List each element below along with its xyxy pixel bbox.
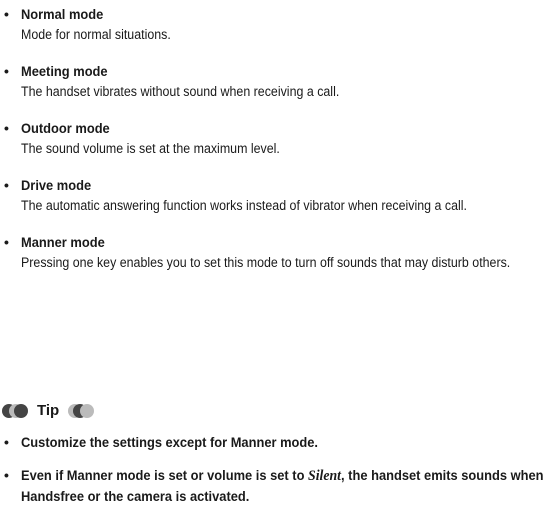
tip-list: • Customize the settings except for Mann… — [4, 432, 548, 519]
tip-text: Customize the settings except for Manner… — [21, 434, 319, 450]
bullet-icon: • — [4, 467, 9, 483]
bullet-icon: • — [4, 120, 9, 136]
tip-text: Even if Manner mode is set or volume is … — [21, 465, 545, 506]
tip-right-circles-icon — [68, 404, 96, 418]
bullet-icon: • — [4, 234, 9, 250]
tip-circle-light — [80, 404, 95, 418]
manual-page: • Normal mode Mode for normal situations… — [0, 0, 552, 526]
mode-list: • Normal mode Mode for normal situations… — [4, 4, 548, 289]
mode-title: Drive mode — [21, 177, 92, 193]
list-item-meeting-mode: • Meeting mode The handset vibrates with… — [4, 61, 548, 103]
mode-description: Pressing one key enables you to set this… — [21, 255, 511, 270]
mode-title: Normal mode — [21, 6, 104, 22]
tip-label: Tip — [37, 402, 60, 419]
mode-title: Manner mode — [21, 234, 105, 250]
mode-description: The automatic answering function works i… — [21, 198, 467, 213]
mode-title: Outdoor mode — [21, 120, 110, 136]
bullet-icon: • — [4, 177, 9, 193]
list-item-drive-mode: • Drive mode The automatic answering fun… — [4, 175, 548, 217]
mode-description: Mode for normal situations. — [21, 27, 171, 42]
tip-circle-dark — [14, 404, 28, 418]
mode-description: The handset vibrates without sound when … — [21, 84, 340, 99]
list-item-outdoor-mode: • Outdoor mode The sound volume is set a… — [4, 118, 548, 160]
bullet-icon: • — [4, 63, 9, 79]
tip-header: Tip — [2, 402, 96, 420]
bullet-icon: • — [4, 6, 9, 22]
mode-description: The sound volume is set at the maximum l… — [21, 141, 280, 156]
silent-emphasis: Silent — [308, 468, 342, 484]
list-item-manner-mode: • Manner mode Pressing one key enables y… — [4, 232, 548, 274]
tip-item: • Customize the settings except for Mann… — [4, 432, 548, 452]
list-item-normal-mode: • Normal mode Mode for normal situations… — [4, 4, 548, 46]
tip-left-circles-icon — [2, 404, 30, 418]
mode-title: Meeting mode — [21, 63, 108, 79]
tip-text-before: Even if Manner mode is set or volume is … — [21, 467, 309, 483]
tip-item: • Even if Manner mode is set or volume i… — [4, 465, 548, 506]
bullet-icon: • — [4, 434, 9, 450]
